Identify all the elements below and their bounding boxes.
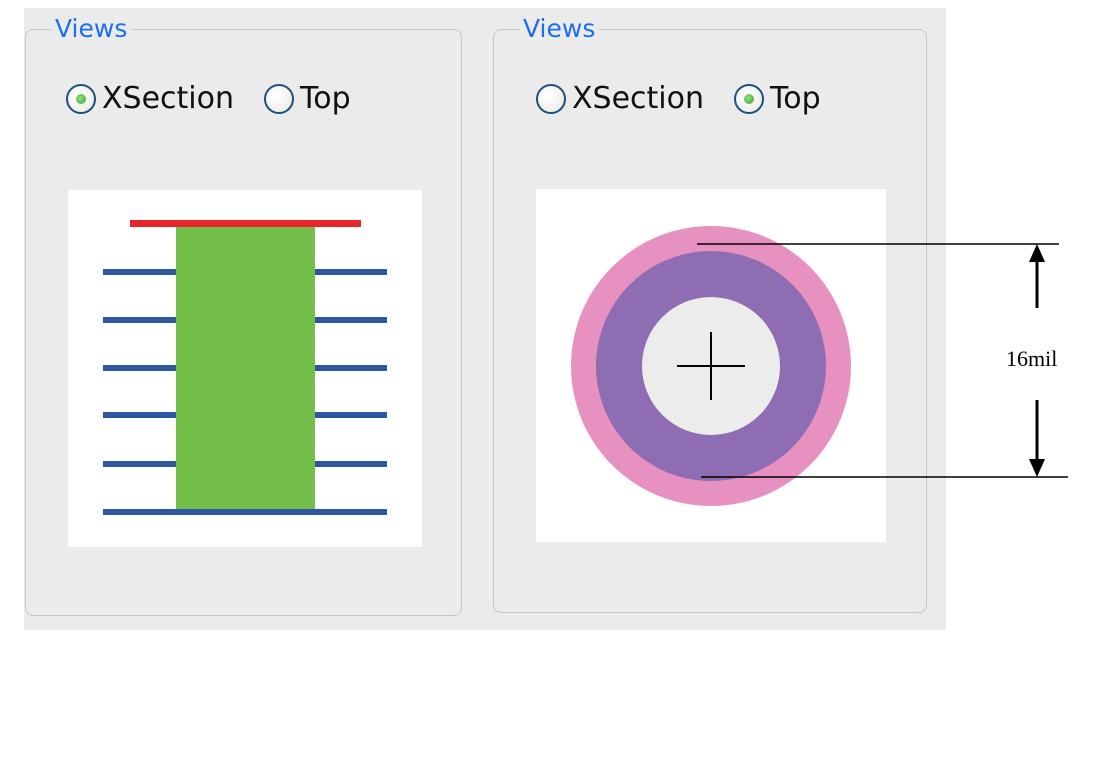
arrow-down-icon (1029, 400, 1045, 477)
dimension-annotation: 16mil (697, 243, 1068, 478)
arrow-up-icon (1029, 244, 1045, 308)
dimension-label: 16mil (1006, 346, 1057, 371)
